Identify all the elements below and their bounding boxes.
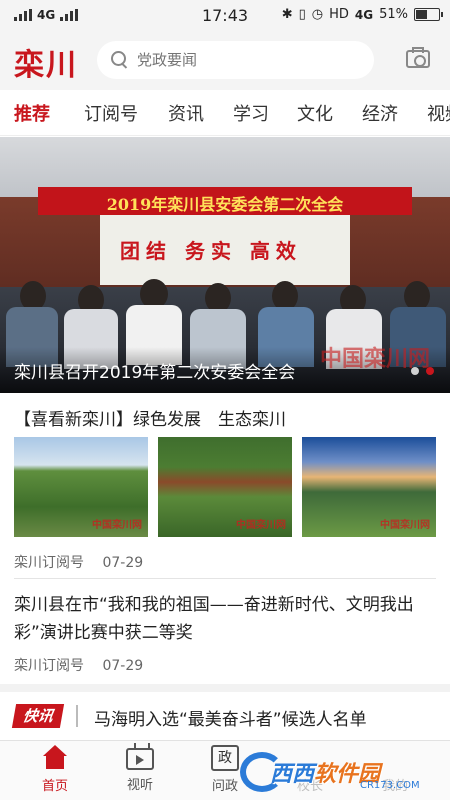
tab-economy[interactable]: 经济 bbox=[362, 100, 398, 126]
bluetooth-icon: ✱ bbox=[281, 7, 293, 22]
article-date: 07-29 bbox=[102, 658, 144, 674]
home-icon bbox=[41, 745, 69, 771]
nav-home[interactable]: 首页 bbox=[25, 745, 85, 794]
tab-culture[interactable]: 文化 bbox=[297, 100, 333, 126]
article-thumbnail[interactable]: 中国栾川网 bbox=[158, 437, 292, 537]
nav-label: 首页 bbox=[41, 779, 68, 794]
search-input[interactable] bbox=[137, 51, 337, 69]
hd-label: HD bbox=[329, 7, 349, 22]
article-thumbnail[interactable]: 中国栾川网 bbox=[302, 437, 436, 537]
flash-news-text[interactable]: 马海明入选“最美奋斗者”候选人名单 bbox=[94, 705, 367, 730]
article-title[interactable]: 【喜看新栾川】绿色发展 生态栾川 bbox=[14, 405, 286, 430]
banner-photo-banner-text: 2019年栾川县安委会第二次全会 bbox=[106, 195, 344, 214]
banner-photo-screen: 团结 务实 高效 bbox=[100, 215, 350, 285]
zheng-icon: 政 bbox=[211, 745, 239, 771]
search-icon bbox=[111, 51, 129, 69]
search-bar[interactable] bbox=[97, 41, 374, 79]
network-type-2: 4G bbox=[354, 7, 374, 22]
carousel-dot[interactable] bbox=[411, 367, 419, 375]
camera-icon[interactable] bbox=[406, 47, 430, 68]
app-logo: 栾川 bbox=[14, 48, 78, 83]
alarm-icon: ◷ bbox=[311, 7, 324, 22]
flash-news-bar[interactable]: 快讯 马海明入选“最美奋斗者”候选人名单 bbox=[0, 692, 450, 740]
tab-recommend[interactable]: 推荐 bbox=[14, 100, 50, 126]
status-bar: 4G 17:43 ✱ ▯ ◷ HD 4G 51% bbox=[0, 0, 450, 32]
article-source[interactable]: 栾川订阅号 bbox=[14, 555, 84, 571]
tab-news[interactable]: 资讯 bbox=[168, 100, 204, 126]
nav-audiovisual[interactable]: 视听 bbox=[110, 743, 170, 793]
banner-photo-red-banner: 2019年栾川县安委会第二次全会 bbox=[38, 187, 412, 215]
vibrate-icon: ▯ bbox=[298, 7, 306, 22]
banner-photo-screen-text: 团结 务实 高效 bbox=[120, 239, 302, 263]
tab-study[interactable]: 学习 bbox=[233, 100, 269, 126]
article-date: 07-29 bbox=[102, 555, 144, 571]
article-meta: 栾川订阅号 07-29 bbox=[14, 552, 157, 572]
article-thumbnail[interactable]: 中国栾川网 bbox=[14, 437, 148, 537]
section-gap bbox=[0, 684, 450, 692]
status-right: ✱ ▯ ◷ HD 4G 51% bbox=[281, 7, 443, 22]
tv-icon bbox=[126, 743, 154, 770]
watermark-text-a: 西西 bbox=[270, 762, 315, 787]
divider bbox=[14, 578, 436, 579]
article-title[interactable]: 栾川县在市“我和我的祖国——奋进新时代、文明我出彩”演讲比赛中获二等奖 bbox=[14, 591, 436, 647]
article-meta: 栾川订阅号 07-29 bbox=[14, 655, 157, 675]
tab-video[interactable]: 视频 bbox=[427, 100, 450, 126]
flash-badge: 快讯 bbox=[11, 704, 65, 728]
tab-subscriptions[interactable]: 订阅号 bbox=[84, 100, 138, 126]
watermark-sub: CR173.COM bbox=[360, 780, 420, 791]
carousel-dot-active[interactable] bbox=[426, 367, 434, 375]
article-source[interactable]: 栾川订阅号 bbox=[14, 658, 84, 674]
battery-percent: 51% bbox=[379, 7, 408, 22]
category-tabs: 推荐 订阅号 资讯 学习 文化 经济 视频 bbox=[0, 90, 450, 136]
site-watermark-logo: 西西软件园 CR173.COM bbox=[240, 748, 450, 796]
banner-carousel[interactable]: 2019年栾川县安委会第二次全会 团结 务实 高效 中国栾川网 栾川县召开201… bbox=[0, 137, 450, 393]
battery-icon bbox=[414, 8, 443, 21]
divider bbox=[76, 705, 78, 727]
battery-level bbox=[416, 10, 427, 19]
carousel-indicators bbox=[411, 367, 434, 375]
banner-caption: 栾川县召开2019年第二次安委会全会 bbox=[14, 363, 296, 383]
nav-label: 视听 bbox=[126, 778, 153, 793]
app-header: 栾川 bbox=[0, 32, 450, 90]
